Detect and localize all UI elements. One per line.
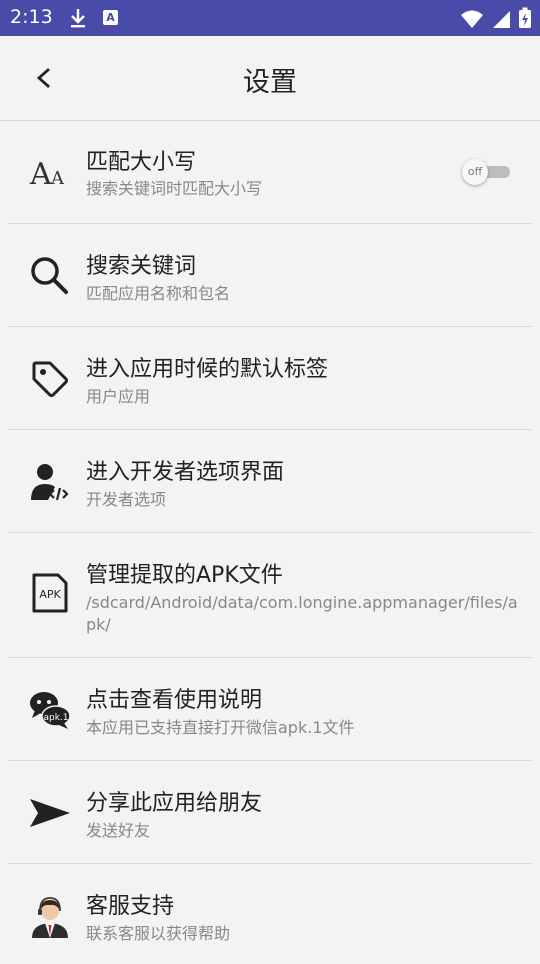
app-bar: 设置 xyxy=(0,36,540,121)
download-icon xyxy=(68,7,88,33)
support-agent-icon xyxy=(28,894,72,938)
status-time: 2:13 xyxy=(10,6,53,28)
setting-default-tab[interactable]: 进入应用时候的默认标签 用户应用 xyxy=(8,327,532,430)
svg-text:A: A xyxy=(50,168,65,189)
wifi-icon xyxy=(460,10,483,28)
tag-icon xyxy=(28,357,72,401)
setting-title: 点击查看使用说明 xyxy=(86,688,263,713)
setting-title: 匹配大小写 xyxy=(86,150,197,175)
notification-a-icon: A xyxy=(103,10,118,25)
setting-title: 进入应用时候的默认标签 xyxy=(86,357,329,382)
setting-subtitle: 用户应用 xyxy=(86,387,151,406)
send-icon xyxy=(28,791,72,835)
setting-title: 进入开发者选项界面 xyxy=(86,460,285,485)
setting-title: 管理提取的APK文件 xyxy=(86,563,283,588)
search-icon xyxy=(28,254,72,298)
status-bar: 2:13 A xyxy=(0,0,540,36)
signal-icon xyxy=(492,11,510,28)
setting-developer-options[interactable]: 进入开发者选项界面 开发者选项 xyxy=(8,430,532,533)
setting-title: 分享此应用给朋友 xyxy=(86,791,263,816)
setting-user-guide[interactable]: apk.1 点击查看使用说明 本应用已支持直接打开微信apk.1文件 xyxy=(8,658,532,761)
setting-subtitle: 联系客服以获得帮助 xyxy=(86,924,231,943)
toggle-thumb: off xyxy=(462,159,488,185)
wechat-icon-label: apk.1 xyxy=(43,713,68,723)
setting-subtitle: 搜索关键词时匹配大小写 xyxy=(86,179,263,198)
wechat-icon: apk.1 xyxy=(28,688,72,732)
setting-subtitle: 发送好友 xyxy=(86,821,151,840)
setting-subtitle: /sdcard/Android/data/com.longine.appmana… xyxy=(86,593,518,634)
setting-title: 客服支持 xyxy=(86,894,175,919)
setting-search-keyword[interactable]: 搜索关键词 匹配应用名称和包名 xyxy=(8,224,532,327)
setting-subtitle: 匹配应用名称和包名 xyxy=(86,284,231,303)
setting-share-app[interactable]: 分享此应用给朋友 发送好友 xyxy=(8,761,532,864)
battery-icon xyxy=(519,7,531,28)
apk-file-icon: APK xyxy=(28,571,72,615)
setting-match-case[interactable]: A A 匹配大小写 搜索关键词时匹配大小写 off xyxy=(8,121,532,224)
developer-icon xyxy=(28,460,72,504)
setting-title: 搜索关键词 xyxy=(86,254,197,279)
svg-text:A: A xyxy=(29,157,52,192)
setting-apk-files[interactable]: APK 管理提取的APK文件 /sdcard/Android/data/com.… xyxy=(8,533,532,658)
setting-subtitle: 开发者选项 xyxy=(86,490,167,509)
settings-list: A A 匹配大小写 搜索关键词时匹配大小写 off 搜索关键词 匹配应用名称和包… xyxy=(0,121,540,964)
apk-icon-label: APK xyxy=(39,588,61,601)
setting-subtitle: 本应用已支持直接打开微信apk.1文件 xyxy=(86,718,355,737)
page-title: 设置 xyxy=(243,67,297,98)
font-size-icon: A A xyxy=(28,149,72,193)
setting-customer-support[interactable]: 客服支持 联系客服以获得帮助 xyxy=(8,864,532,964)
match-case-toggle[interactable]: off xyxy=(462,159,518,185)
status-right-group xyxy=(458,7,532,33)
